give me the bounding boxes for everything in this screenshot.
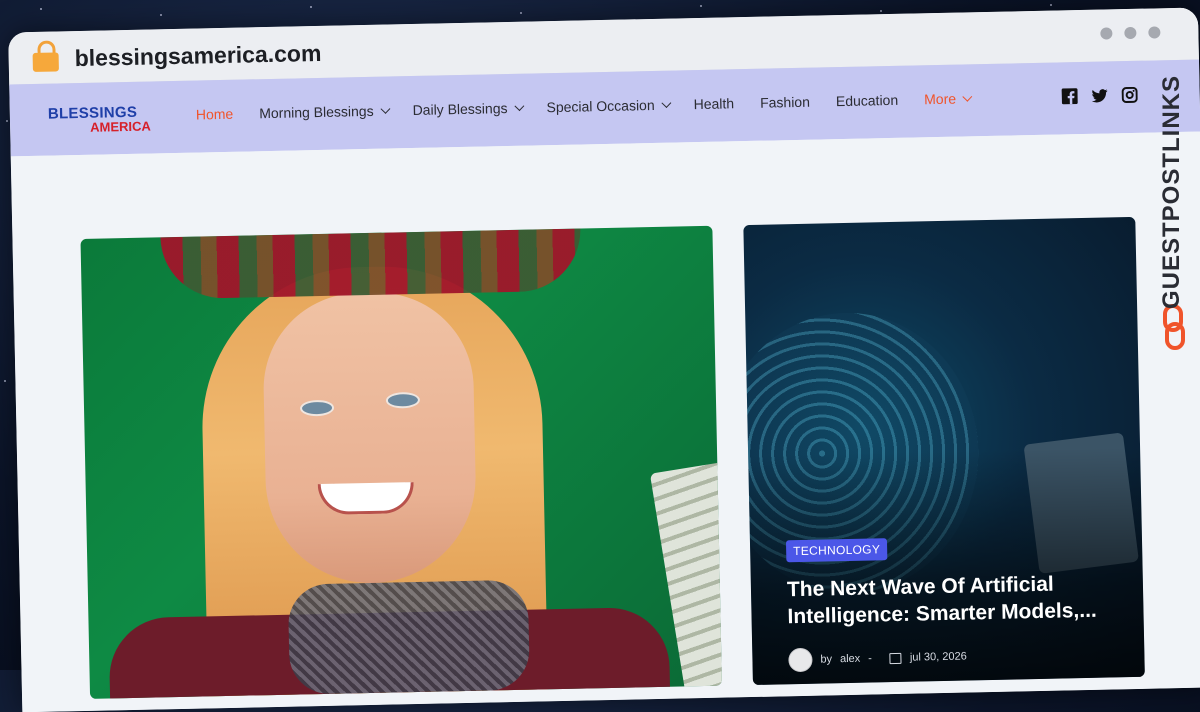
calendar-icon	[889, 652, 903, 664]
chevron-down-icon	[661, 97, 672, 108]
nav-item-daily-blessings[interactable]: Daily Blessings	[412, 100, 525, 119]
featured-post-right[interactable]: TECHNOLOGY The Next Wave Of Artificial I…	[743, 216, 1145, 686]
nav-item-label: Special Occasion	[546, 96, 655, 116]
post-meta: by alex - jul 30, 2026	[788, 645, 967, 673]
nav-item-home[interactable]: Home	[196, 106, 234, 123]
category-badge[interactable]: TECHNOLOGY	[785, 538, 888, 563]
social-links	[1061, 86, 1138, 105]
window-controls	[1100, 26, 1161, 40]
site-logo[interactable]: BLESSINGS AMERICA	[48, 104, 151, 135]
watermark-text: GUESTPOSTLINKS	[1158, 74, 1185, 309]
main-navigation: Home Morning Blessings Daily Blessings S…	[196, 90, 995, 123]
link-chain-icon	[1163, 304, 1185, 350]
facebook-icon[interactable]	[1061, 88, 1078, 105]
nav-item-label: Health	[693, 95, 735, 113]
nav-item-label: Education	[835, 91, 899, 110]
window-dot[interactable]	[1148, 26, 1161, 39]
post-title[interactable]: The Next Wave Of Artificial Intelligence…	[787, 569, 1128, 630]
nav-item-more[interactable]: More	[923, 90, 973, 108]
nav-item-education[interactable]: Education	[836, 92, 899, 109]
featured-post-image-left[interactable]	[80, 225, 722, 699]
nav-item-special-occasion[interactable]: Special Occasion	[546, 96, 672, 116]
meta-separator: -	[868, 652, 873, 665]
nav-item-morning-blessings[interactable]: Morning Blessings	[259, 102, 391, 122]
nav-item-fashion[interactable]: Fashion	[760, 94, 810, 111]
photo-tinsel	[287, 579, 531, 695]
post-date: jul 30, 2026	[909, 650, 967, 664]
watermark: GUESTPOSTLINKS	[1156, 54, 1196, 354]
nav-item-label: Home	[195, 105, 234, 123]
photo-wreath	[160, 228, 582, 300]
nav-item-label: Fashion	[759, 93, 811, 111]
chevron-down-icon	[514, 100, 525, 111]
browser-window: blessingsamerica.com BLESSINGS AMERICA H…	[8, 7, 1200, 712]
avatar[interactable]	[788, 647, 813, 673]
window-dot[interactable]	[1100, 27, 1113, 40]
page-content: TECHNOLOGY The Next Wave Of Artificial I…	[10, 131, 1200, 712]
window-dot[interactable]	[1124, 26, 1137, 40]
url-text[interactable]: blessingsamerica.com	[74, 40, 321, 72]
nav-item-label: Daily Blessings	[412, 100, 508, 119]
twitter-icon[interactable]	[1091, 87, 1108, 103]
chevron-down-icon	[962, 91, 973, 102]
author-prefix: by	[820, 653, 833, 666]
nav-item-label: More	[923, 90, 957, 108]
chevron-down-icon	[380, 103, 391, 114]
photo-face	[261, 290, 478, 586]
instagram-icon[interactable]	[1121, 86, 1138, 104]
author-name[interactable]: alex	[840, 653, 860, 665]
lock-icon	[32, 40, 59, 72]
nav-item-health[interactable]: Health	[693, 95, 734, 112]
nav-item-label: Morning Blessings	[259, 102, 374, 122]
